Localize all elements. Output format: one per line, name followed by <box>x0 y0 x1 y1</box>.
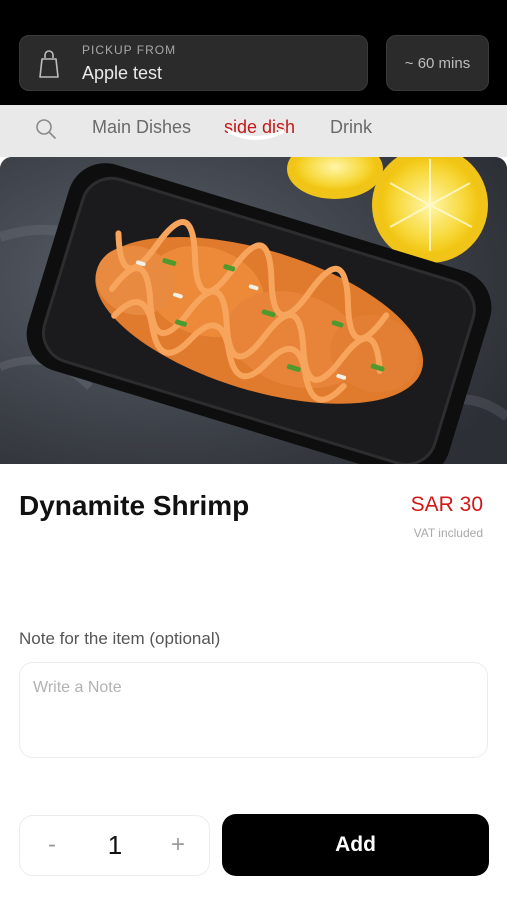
pickup-location-selector[interactable]: PICKUP FROM Apple test <box>19 35 368 91</box>
add-to-cart-button[interactable]: Add <box>222 814 489 876</box>
decrease-quantity-button[interactable]: - <box>37 830 67 860</box>
note-label: Note for the item (optional) <box>19 629 221 648</box>
vat-note: VAT included <box>413 526 483 540</box>
dynamite-shrimp-photo <box>0 157 507 464</box>
increase-quantity-button[interactable]: + <box>163 830 193 860</box>
product-price: SAR 30 <box>410 493 483 516</box>
pickup-time-estimate[interactable]: ~ 60 mins <box>386 35 489 91</box>
tab-drink[interactable]: Drink <box>330 117 372 138</box>
product-image <box>0 157 507 464</box>
shopping-bag-icon <box>39 50 59 78</box>
pickup-location-name: Apple test <box>82 63 163 83</box>
note-input[interactable] <box>19 662 488 758</box>
top-bar: PICKUP FROM Apple test ~ 60 mins <box>0 0 507 105</box>
pickup-label: PICKUP FROM <box>82 43 177 57</box>
quantity-value: 1 <box>107 830 123 860</box>
chevron-down-icon[interactable] <box>228 127 284 145</box>
tab-main-dishes[interactable]: Main Dishes <box>92 117 191 138</box>
search-icon[interactable] <box>34 117 58 141</box>
quantity-stepper: - 1 + <box>19 815 210 876</box>
product-name: Dynamite Shrimp <box>19 490 250 521</box>
